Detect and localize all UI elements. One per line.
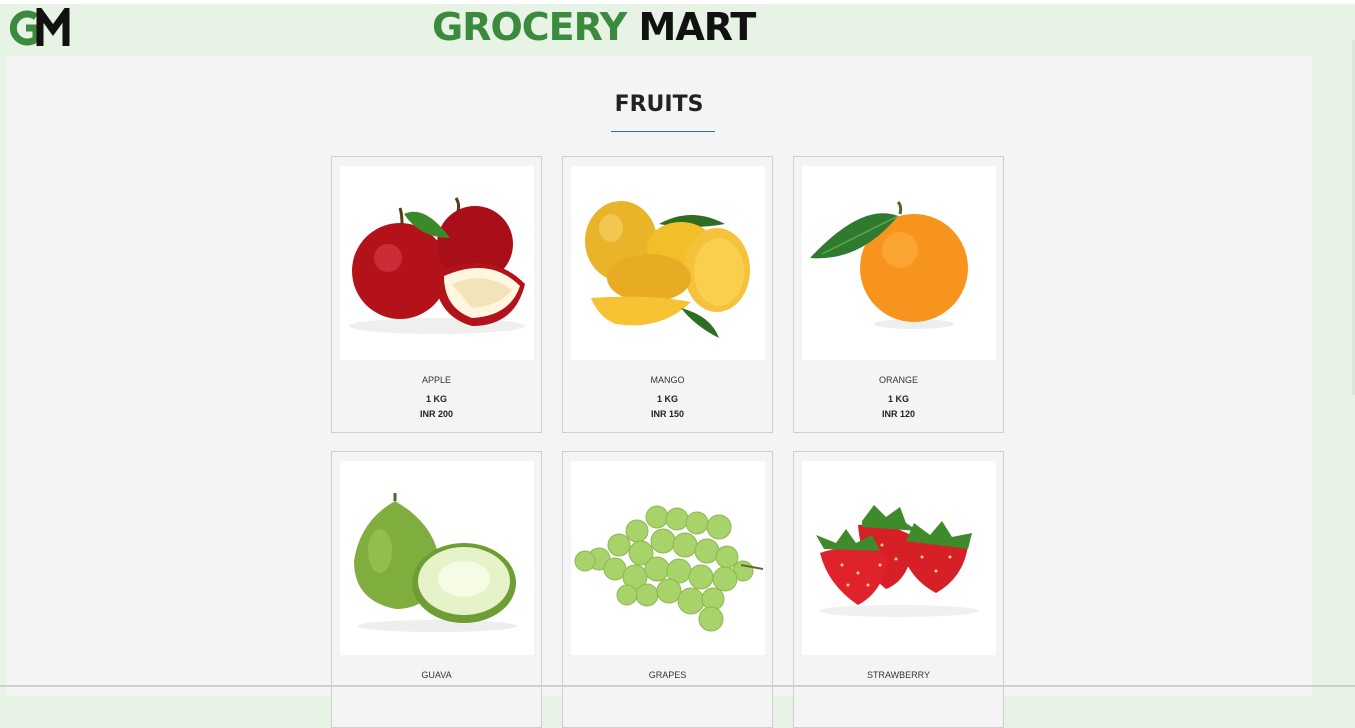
guava-image <box>340 461 534 655</box>
section-title: FRUITS <box>614 92 704 117</box>
product-price: INR 120 <box>881 409 916 419</box>
site-title[interactable]: GROCERY MART <box>432 4 757 50</box>
product-card-apple[interactable]: APPLE 1 KG INR 200 <box>331 156 542 433</box>
orange-image <box>802 166 996 360</box>
grapes-image <box>571 461 765 655</box>
product-price: INR 200 <box>419 409 454 419</box>
product-name: APPLE <box>421 375 452 385</box>
product-name: MANGO <box>650 375 685 385</box>
product-price: INR 150 <box>650 409 685 419</box>
site-title-mart: MART <box>638 5 757 49</box>
product-name: ORANGE <box>878 375 918 385</box>
product-card-orange[interactable]: ORANGE 1 KG INR 120 <box>793 156 1004 433</box>
product-qty: 1 KG <box>887 394 909 404</box>
product-name: STRAWBERRY <box>866 670 930 680</box>
gm-logo[interactable] <box>6 1 70 48</box>
products-panel: FRUITS APPLE 1 KG INR 200 MANGO 1 KG INR… <box>6 56 1312 728</box>
product-qty: 1 KG <box>656 394 678 404</box>
product-qty: 1 KG <box>425 394 447 404</box>
product-name: GRAPES <box>648 670 687 680</box>
product-name: GUAVA <box>421 670 452 680</box>
strawberry-image <box>802 461 996 655</box>
apple-image <box>340 166 534 360</box>
mango-image <box>571 166 765 360</box>
product-card-mango[interactable]: MANGO 1 KG INR 150 <box>562 156 773 433</box>
section-title-underline <box>611 131 715 132</box>
site-title-grocery: GROCERY <box>432 5 627 49</box>
